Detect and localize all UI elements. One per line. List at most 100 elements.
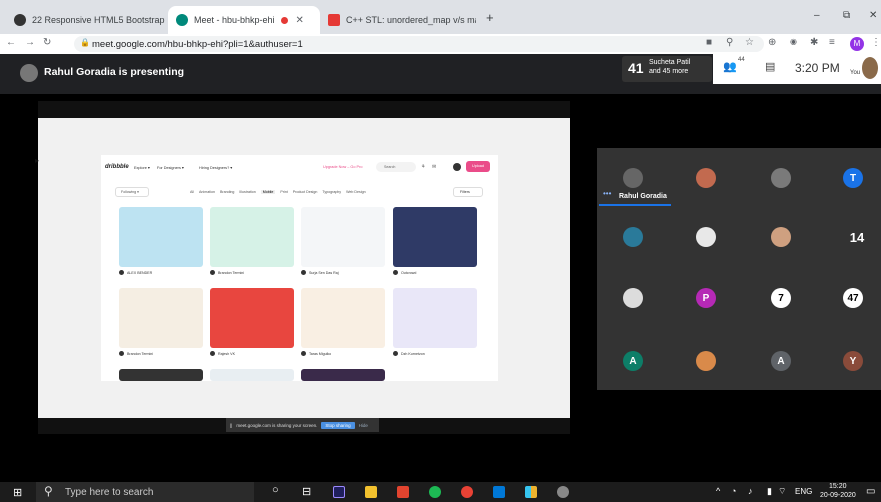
wifi-icon[interactable]: ⌔ <box>778 486 786 497</box>
camera-icon[interactable]: ■ <box>706 37 712 48</box>
mic-icon[interactable]: ▮ <box>767 486 772 497</box>
following-dropdown[interactable]: Following ▾ <box>115 187 149 197</box>
shot-card[interactable] <box>301 207 385 267</box>
participant-tile[interactable]: 47 <box>843 288 863 308</box>
shot-card[interactable] <box>210 207 294 267</box>
chat-icon[interactable]: ▤ <box>765 60 775 73</box>
forward-icon[interactable]: → <box>25 37 35 48</box>
shot-card[interactable] <box>119 369 203 381</box>
participant-tile[interactable] <box>623 168 643 188</box>
star-icon[interactable]: ☆ <box>745 37 754 48</box>
shot-author[interactable]: Surja Sen Das Raj <box>309 271 339 275</box>
back-icon[interactable]: ← <box>6 37 16 48</box>
tab-meet[interactable]: Meet - hbu-bhkp-ehi ✕ <box>168 6 320 34</box>
shot-card[interactable] <box>393 288 477 348</box>
spotify-icon[interactable] <box>429 486 441 498</box>
task-view-icon[interactable]: ⊟ <box>302 485 311 498</box>
shot-author[interactable]: Outcrowd <box>401 271 416 275</box>
upload-button[interactable]: Upload <box>466 161 490 172</box>
new-tab-button[interactable]: + <box>486 10 494 25</box>
language-indicator[interactable]: ENG <box>795 487 812 496</box>
filter-3[interactable]: Illustration <box>239 190 255 194</box>
extension-icon[interactable]: ◉ <box>790 37 797 46</box>
shot-card[interactable] <box>301 369 385 381</box>
volume-icon[interactable]: ♪ <box>748 486 753 496</box>
shot-card[interactable] <box>210 369 294 381</box>
filters-button[interactable]: Filters <box>453 187 483 197</box>
filter-8[interactable]: Web Design <box>346 190 366 194</box>
shot-author[interactable]: Taras Migulko <box>309 352 331 356</box>
participant-tile[interactable]: T <box>843 168 863 188</box>
after-effects-icon[interactable] <box>333 486 345 498</box>
search-box[interactable]: Search <box>376 162 416 172</box>
shot-author[interactable]: Brandon Termini <box>218 271 244 275</box>
network-icon[interactable]: ◔ <box>731 486 736 496</box>
participant-tile[interactable]: A <box>771 351 791 371</box>
media-icon[interactable]: ≡ <box>829 37 835 48</box>
participant-tile[interactable]: 7 <box>771 288 791 308</box>
restore-button[interactable]: ⧉ <box>843 10 850 21</box>
shot-card[interactable] <box>210 288 294 348</box>
filter-7[interactable]: Typography <box>322 190 341 194</box>
shot-card[interactable] <box>301 288 385 348</box>
participant-tile[interactable] <box>696 351 716 371</box>
participant-tile[interactable] <box>623 288 643 308</box>
close-window-button[interactable]: ✕ <box>869 10 877 21</box>
participant-tile[interactable]: P <box>696 288 716 308</box>
upgrade-link[interactable]: Upgrade Now – Go Pro <box>323 165 362 169</box>
zoom-icon[interactable]: ⚲ <box>726 37 733 48</box>
close-icon[interactable]: ✕ <box>296 15 304 26</box>
cortana-icon[interactable]: ○ <box>272 484 279 496</box>
notification-icon[interactable]: ▭ <box>866 486 875 497</box>
participant-tile[interactable]: Y <box>843 351 863 371</box>
reload-icon[interactable]: ↻ <box>43 37 51 48</box>
tab-bootstrap[interactable]: 22 Responsive HTML5 Bootstrap ✕ <box>6 6 172 34</box>
filter-6[interactable]: Product Design <box>293 190 318 194</box>
participant-tile[interactable] <box>623 227 643 247</box>
people-icon[interactable]: 👥 <box>723 60 737 73</box>
participant-tile[interactable] <box>771 168 791 188</box>
filter-0[interactable]: All <box>190 190 194 194</box>
participant-tile[interactable]: 14 <box>843 227 871 247</box>
nav-hiring[interactable]: Hiring Designers? ▾ <box>199 165 232 170</box>
bell-icon[interactable]: ⚘ <box>421 164 425 170</box>
participant-tile[interactable] <box>771 227 791 247</box>
user-avatar[interactable] <box>453 163 461 171</box>
tray-chevron-icon[interactable]: ^ <box>716 486 720 496</box>
mail-icon[interactable]: ✉ <box>432 164 436 170</box>
puzzle-icon[interactable]: ✱ <box>810 37 818 48</box>
participant-tile[interactable]: A <box>623 351 643 371</box>
stop-sharing-button[interactable]: Stop sharing <box>321 421 355 429</box>
participant-tile[interactable] <box>696 227 716 247</box>
shot-card[interactable] <box>119 288 203 348</box>
windows-start-icon[interactable]: ⊞ <box>13 486 22 499</box>
file-explorer-icon[interactable] <box>365 486 377 498</box>
taskbar-search[interactable]: ⚲ Type here to search <box>36 482 254 502</box>
chrome-icon[interactable] <box>461 486 473 498</box>
filter-5[interactable]: Print <box>280 190 287 194</box>
address-bar[interactable]: 🔒 meet.google.com/hbu-bhkp-ehi?pli=1&aut… <box>74 36 764 52</box>
participants-chip[interactable]: 41 Sucheta Patil and 45 more <box>622 56 712 82</box>
nav-for-designers[interactable]: For Designers ▾ <box>157 165 184 170</box>
shot-author[interactable]: Rajesh VK <box>218 352 235 356</box>
slack-icon[interactable] <box>525 486 537 498</box>
menu-icon[interactable]: ⋮ <box>871 37 881 48</box>
tab-cpp-stl[interactable]: C++ STL: unordered_map v/s ma ✕ <box>320 6 476 34</box>
minimize-button[interactable]: – <box>814 10 820 21</box>
shot-author[interactable]: Dzh Kurnetzon <box>401 352 425 356</box>
profile-avatar[interactable]: M <box>850 37 864 51</box>
shot-author[interactable]: Brandon Termini <box>127 352 153 356</box>
globe-icon[interactable]: ⊕ <box>768 37 776 48</box>
filter-2[interactable]: Branding <box>220 190 234 194</box>
app-f-icon[interactable] <box>493 486 505 498</box>
hide-button[interactable]: Hide <box>359 423 368 428</box>
filter-1[interactable]: Animation <box>199 190 215 194</box>
sublime-icon[interactable] <box>397 486 409 498</box>
participant-tile[interactable] <box>696 168 716 188</box>
shot-author[interactable]: ALEX BENDER <box>127 271 152 275</box>
app-icon[interactable] <box>557 486 569 498</box>
nav-explore[interactable]: Explore ▾ <box>134 165 150 170</box>
shot-card[interactable] <box>119 207 203 267</box>
filter-4[interactable]: Mobile <box>260 190 276 194</box>
shot-card[interactable] <box>393 207 477 267</box>
